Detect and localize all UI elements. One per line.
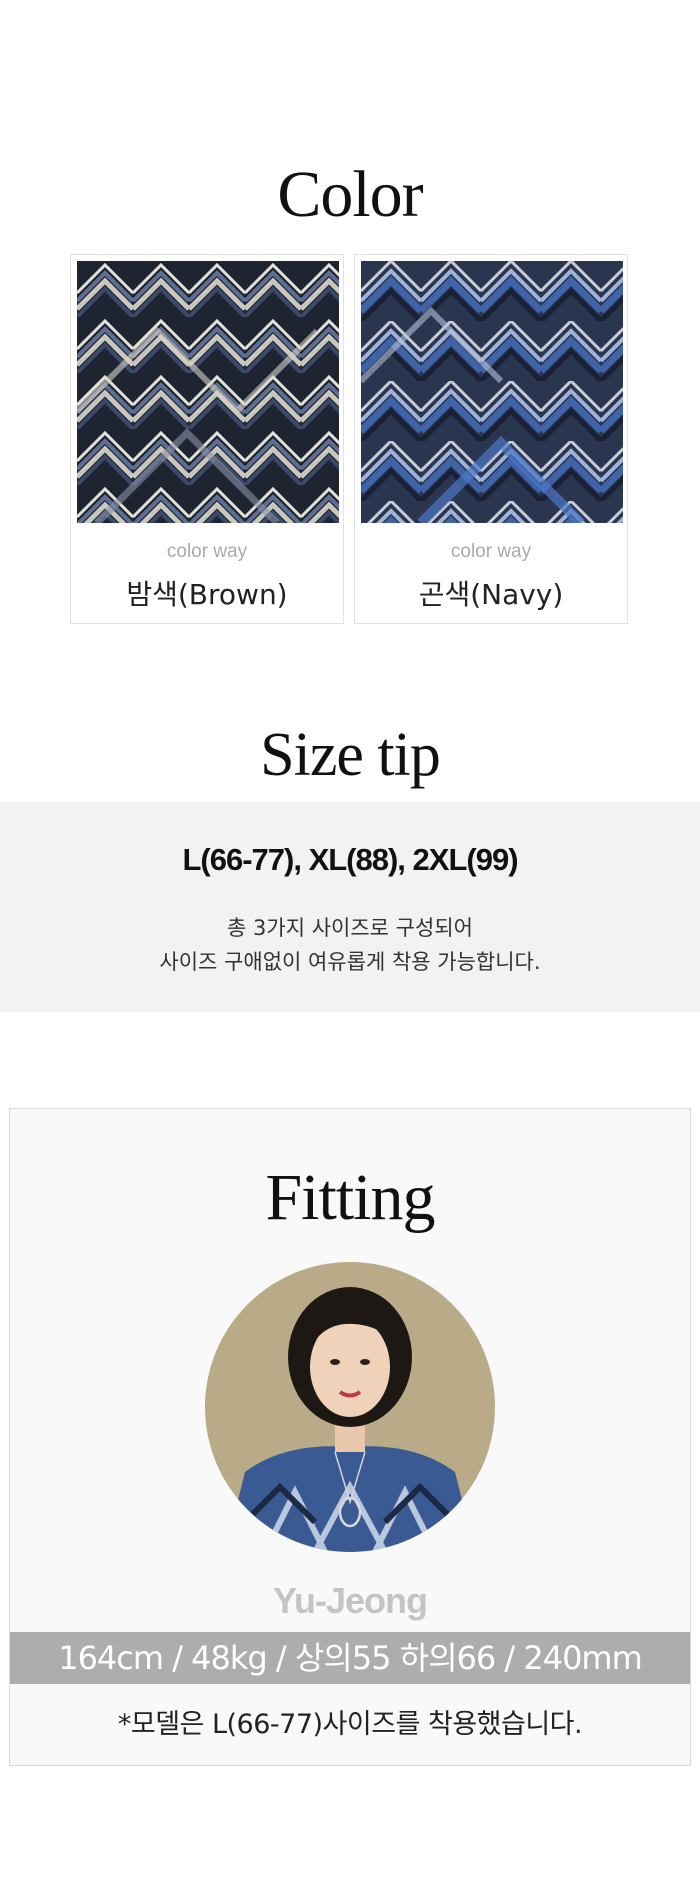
model-stats-bar: 164cm / 48kg / 상의55 하의66 / 240mm [10,1632,690,1684]
swatch-name-navy: 곤색(Navy) [418,578,564,611]
model-name: Yu-Jeong [272,1580,428,1621]
size-info-band: L(66-77), XL(88), 2XL(99) 총 3가지 사이즈로 구성되… [0,802,700,1012]
swatch-image-brown [77,261,339,523]
swatch-caption: color way [450,541,532,562]
fitting-title: Fitting [265,1161,435,1234]
model-photo [205,1262,495,1552]
model-size-note: *모델은 L(66-77)사이즈를 착용했습니다. [117,1709,583,1740]
swatch-caption: color way [166,541,248,562]
swatch-name-brown: 밤색(Brown) [126,578,288,611]
model-stats-text: 164cm / 48kg / 상의55 하의66 / 240mm [58,1639,643,1677]
size-tip-title: Size tip [260,721,441,789]
swatch-card-brown: color way 밤색(Brown) [70,254,344,624]
size-description-line-1: 총 3가지 사이즈로 구성되어 [227,916,473,940]
color-section-title: Color [277,158,423,231]
size-range-headline: L(66-77), XL(88), 2XL(99) [182,842,518,877]
size-description-line-2: 사이즈 구애없이 여유롭게 착용 가능합니다. [159,950,541,974]
swatch-card-navy: color way 곤색(Navy) [354,254,628,624]
swatch-image-navy [361,261,623,523]
